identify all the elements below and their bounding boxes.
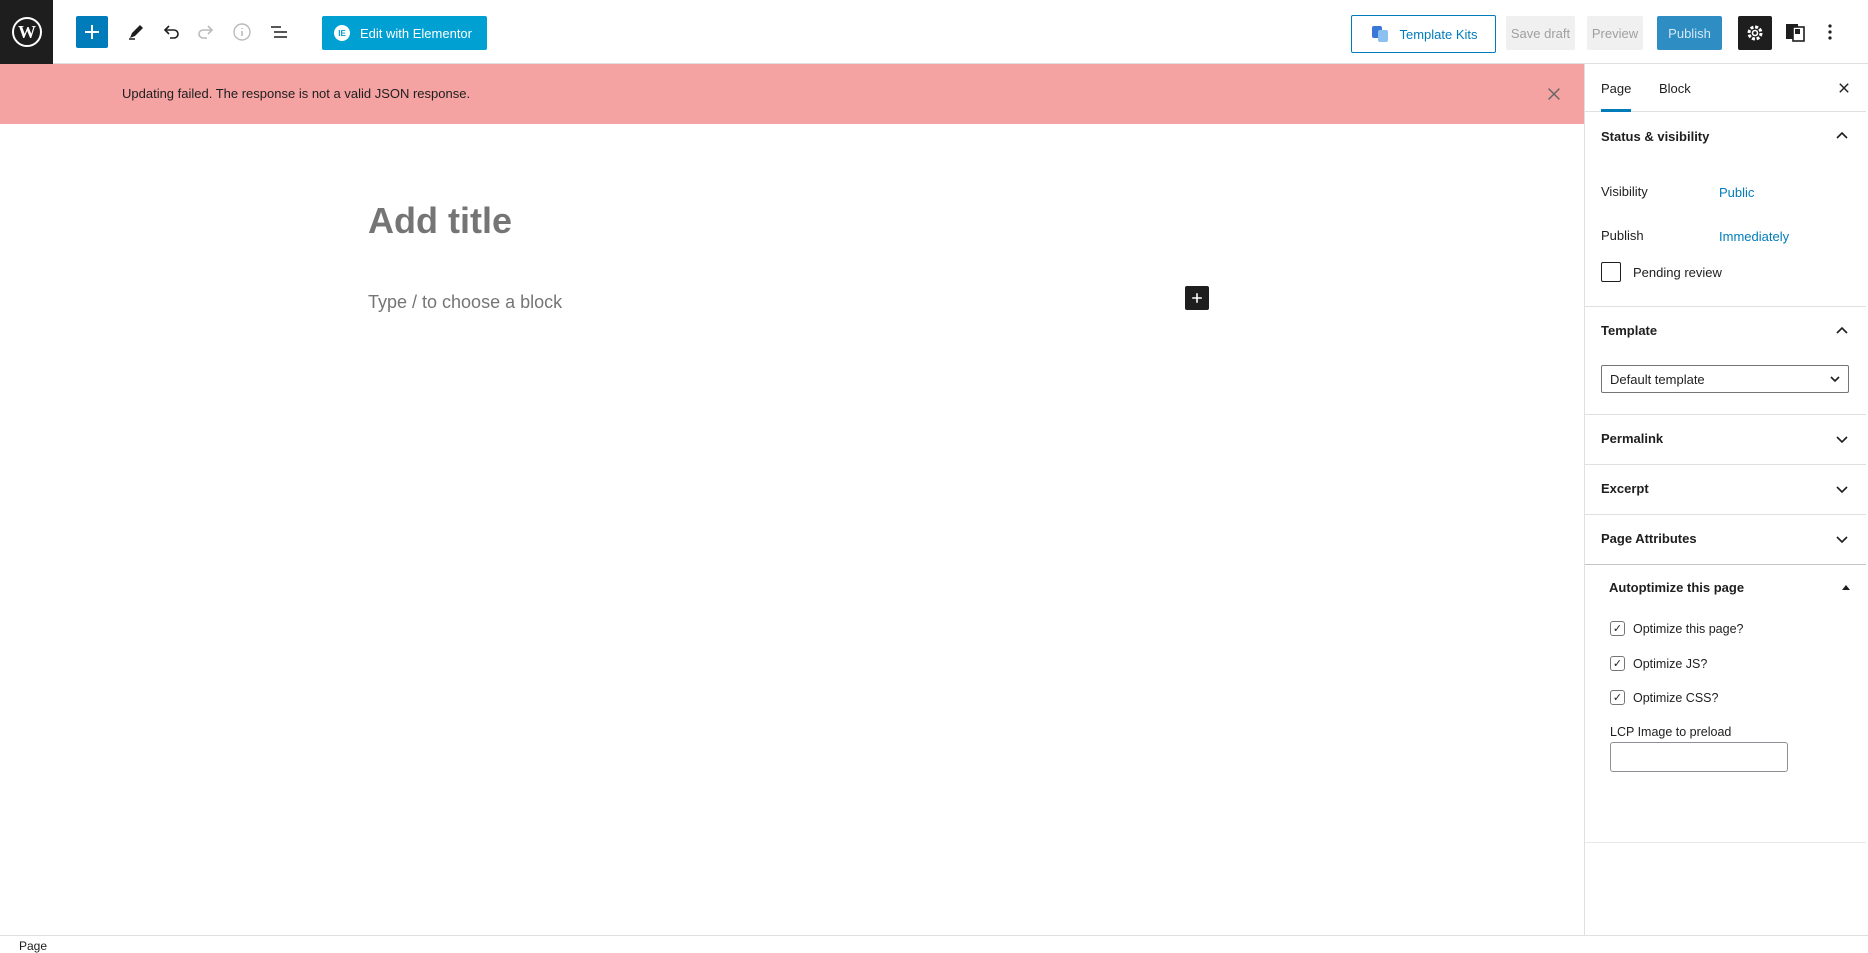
info-icon xyxy=(233,23,251,41)
notice-message: Updating failed. The response is not a v… xyxy=(122,86,471,101)
status-visibility-heading: Status & visibility xyxy=(1601,128,1710,144)
autoptimize-panel-toggle[interactable]: Autoptimize this page xyxy=(1585,564,1866,610)
redo-button[interactable] xyxy=(190,16,222,48)
dismiss-notice-button[interactable] xyxy=(1540,80,1568,108)
preview-button[interactable]: Preview xyxy=(1587,16,1643,50)
template-kits-button[interactable]: Template Kits xyxy=(1351,15,1496,53)
status-visibility-panel-toggle[interactable]: Status & visibility xyxy=(1585,112,1866,160)
publish-date-label: Publish xyxy=(1601,228,1644,243)
edit-with-elementor-button[interactable]: IE Edit with Elementor xyxy=(322,16,487,50)
editor-toolbar: W IE Edit with Elementor Template Kits S… xyxy=(0,0,1868,64)
error-notice: Updating failed. The response is not a v… xyxy=(0,64,1584,124)
settings-button[interactable] xyxy=(1738,16,1772,50)
publish-date-link[interactable]: Immediately xyxy=(1719,229,1789,244)
pending-review-label: Pending review xyxy=(1633,265,1722,280)
list-view-icon xyxy=(271,26,287,38)
elementor-navigator-button[interactable] xyxy=(1779,16,1811,48)
edit-with-elementor-label: Edit with Elementor xyxy=(360,25,472,41)
chevron-up-icon xyxy=(1836,131,1848,139)
chevron-down-icon xyxy=(1836,486,1848,494)
optimize-page-label: Optimize this page? xyxy=(1633,622,1744,636)
triangle-up-icon xyxy=(1842,585,1850,590)
close-sidebar-button[interactable] xyxy=(1832,76,1856,100)
visibility-label: Visibility xyxy=(1601,184,1648,199)
block-inserter-button[interactable] xyxy=(76,16,108,48)
template-panel-toggle[interactable]: Template xyxy=(1585,306,1866,354)
breadcrumb[interactable]: Page xyxy=(19,939,47,953)
optimize-js-checkbox[interactable]: ✓ xyxy=(1610,656,1625,671)
optimize-css-checkbox[interactable]: ✓ xyxy=(1610,690,1625,705)
pending-review-checkbox[interactable] xyxy=(1601,262,1621,282)
inline-block-inserter-button[interactable] xyxy=(1185,286,1209,310)
page-attributes-heading: Page Attributes xyxy=(1601,531,1697,546)
plus-icon xyxy=(1192,293,1202,303)
redo-icon xyxy=(198,25,214,39)
chevron-down-icon xyxy=(1830,376,1840,383)
chevron-down-icon xyxy=(1836,536,1848,544)
options-menu-button[interactable] xyxy=(1814,16,1846,48)
tab-page[interactable]: Page xyxy=(1601,64,1632,112)
settings-sidebar: Page Block Status & visibility Visibilit… xyxy=(1584,64,1866,935)
list-view-button[interactable] xyxy=(263,16,295,48)
details-button[interactable] xyxy=(226,16,258,48)
wordpress-logo-icon[interactable]: W xyxy=(0,0,53,64)
template-heading: Template xyxy=(1601,323,1658,338)
layout-icon xyxy=(1786,24,1805,42)
excerpt-heading: Excerpt xyxy=(1601,481,1649,496)
optimize-page-checkbox[interactable]: ✓ xyxy=(1610,621,1625,636)
elementor-logo-icon: IE xyxy=(334,25,350,41)
svg-text:W: W xyxy=(18,22,36,42)
close-icon xyxy=(1548,88,1560,100)
template-kits-icon xyxy=(1372,26,1389,42)
lcp-image-input[interactable] xyxy=(1610,742,1788,772)
template-select[interactable]: Default template xyxy=(1601,365,1849,393)
publish-button[interactable]: Publish xyxy=(1657,16,1722,50)
undo-icon xyxy=(163,25,179,39)
tools-pencil-button[interactable] xyxy=(120,16,152,48)
default-block-appender[interactable]: Type / to choose a block xyxy=(368,292,562,313)
close-icon xyxy=(1839,83,1849,93)
optimize-js-label: Optimize JS? xyxy=(1633,657,1708,671)
template-select-value: Default template xyxy=(1610,371,1705,387)
permalink-heading: Permalink xyxy=(1601,431,1664,446)
visibility-value-link[interactable]: Public xyxy=(1719,185,1754,200)
permalink-panel-toggle[interactable]: Permalink xyxy=(1585,414,1866,462)
editor-footer: Page xyxy=(0,935,1868,953)
pencil-icon xyxy=(129,25,143,40)
panel-divider xyxy=(1585,842,1866,843)
save-draft-button[interactable]: Save draft xyxy=(1506,16,1575,50)
autoptimize-heading: Autoptimize this page xyxy=(1609,580,1745,595)
undo-button[interactable] xyxy=(155,16,187,48)
gear-icon xyxy=(1747,25,1763,41)
more-vertical-icon xyxy=(1828,24,1832,40)
sidebar-tabs: Page Block xyxy=(1585,64,1866,112)
chevron-up-icon xyxy=(1836,326,1848,334)
tab-block[interactable]: Block xyxy=(1659,64,1691,112)
optimize-css-label: Optimize CSS? xyxy=(1633,691,1719,705)
lcp-image-label: LCP Image to preload xyxy=(1610,725,1732,739)
template-kits-label: Template Kits xyxy=(1399,26,1478,42)
page-attributes-panel-toggle[interactable]: Page Attributes xyxy=(1585,514,1866,562)
post-title-input[interactable]: Add title xyxy=(368,200,512,242)
chevron-down-icon xyxy=(1836,436,1848,444)
excerpt-panel-toggle[interactable]: Excerpt xyxy=(1585,464,1866,512)
plus-icon xyxy=(85,25,99,39)
